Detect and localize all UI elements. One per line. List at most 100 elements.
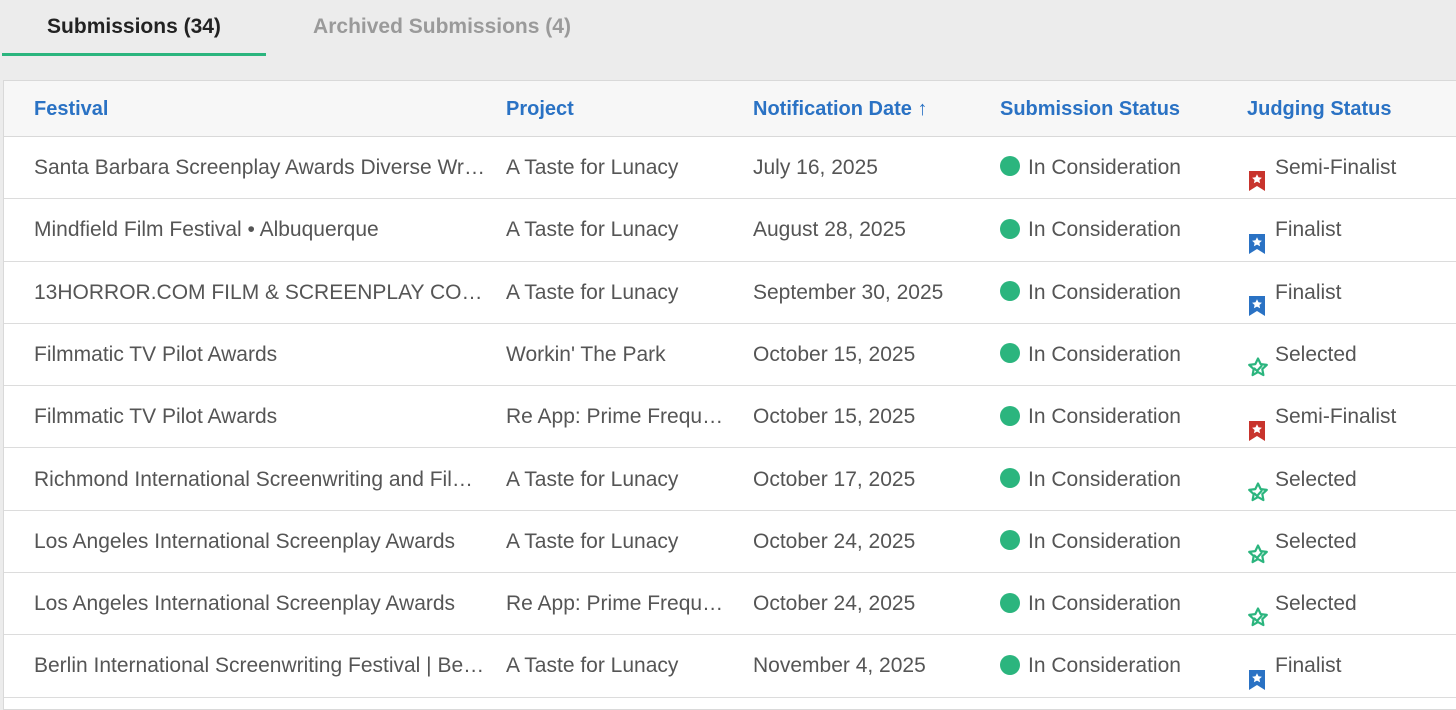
judging-status-label: Finalist bbox=[1275, 218, 1342, 242]
judging-status-label: Selected bbox=[1275, 592, 1357, 616]
submission-status-cell: In Consideration bbox=[1000, 199, 1230, 261]
notification-date-cell: August 28, 2025 bbox=[753, 218, 906, 242]
table-row[interactable]: Berlin International Screenwriting Festi… bbox=[4, 635, 1456, 698]
column-header-submission-status[interactable]: Submission Status bbox=[1000, 81, 1230, 137]
submissions-table: Festival Project Notification Date ↑ Sub… bbox=[3, 80, 1456, 710]
notification-date-cell: October 15, 2025 bbox=[753, 405, 916, 429]
festival-cell[interactable]: 13HORROR.COM FILM & SCREENPLAY CONTEST bbox=[34, 262, 486, 324]
table-row[interactable]: Mindfield Film Festival • Albuquerque A T… bbox=[4, 199, 1456, 262]
project-cell[interactable]: Re App: Prime Frequency bbox=[506, 386, 732, 448]
judging-status-cell: Selected bbox=[1247, 573, 1456, 635]
star-check-green-icon bbox=[1247, 467, 1268, 502]
judging-status-cell: Semi-Finalist bbox=[1247, 386, 1456, 448]
judging-status-cell: Selected bbox=[1247, 324, 1456, 386]
status-dot-icon bbox=[1000, 530, 1020, 551]
ribbon-star-red-icon bbox=[1247, 405, 1267, 441]
notification-date-cell: September 30, 2025 bbox=[753, 280, 944, 304]
ribbon-star-red-icon bbox=[1247, 155, 1267, 192]
festival-cell[interactable]: Los Angeles International Screenplay Awa… bbox=[34, 573, 486, 635]
submission-status-label: In Consideration bbox=[1028, 654, 1181, 678]
festival-cell[interactable]: Mindfield Film Festival • Albuquerque bbox=[34, 199, 486, 261]
judging-status-label: Semi-Finalist bbox=[1275, 156, 1397, 179]
project-cell[interactable]: A Taste for Lunacy bbox=[506, 511, 732, 573]
judging-status-label: Finalist bbox=[1275, 280, 1342, 304]
ribbon-star-blue-icon bbox=[1247, 654, 1267, 690]
project-cell[interactable]: A Taste for Lunacy bbox=[506, 449, 732, 511]
table-row[interactable]: 13HORROR.COM FILM & SCREENPLAY CONTEST A … bbox=[4, 262, 1456, 324]
submission-status-label: In Consideration bbox=[1028, 156, 1181, 179]
column-header-notification-date[interactable]: Notification Date ↑ bbox=[753, 81, 973, 137]
ribbon-star-blue-icon bbox=[1247, 218, 1267, 254]
judging-status-label: Selected bbox=[1275, 342, 1357, 366]
judging-status-label: Selected bbox=[1275, 529, 1357, 553]
project-cell[interactable]: A Taste for Lunacy bbox=[506, 137, 732, 199]
table-row[interactable]: Los Angeles International Screenplay Awa… bbox=[4, 573, 1456, 636]
festival-cell[interactable]: Filmmatic TV Pilot Awards bbox=[34, 386, 486, 448]
project-cell[interactable]: Workin' The Park bbox=[506, 324, 732, 386]
judging-status-cell: Finalist bbox=[1247, 635, 1456, 697]
submissions-tabs: Submissions (34) Archived Submissions (4… bbox=[0, 0, 1456, 58]
submission-status-cell: In Consideration bbox=[1000, 635, 1230, 697]
submission-status-label: In Consideration bbox=[1028, 218, 1181, 242]
submission-status-cell: In Consideration bbox=[1000, 511, 1230, 573]
status-dot-icon bbox=[1000, 654, 1020, 675]
status-dot-icon bbox=[1000, 592, 1020, 613]
festival-cell[interactable]: Los Angeles International Screenplay Awa… bbox=[34, 511, 486, 573]
column-header-judging-status[interactable]: Judging Status bbox=[1247, 81, 1456, 137]
tab-archived-submissions[interactable]: Archived Submissions (4) bbox=[278, 0, 606, 56]
judging-status-cell: Selected bbox=[1247, 511, 1456, 573]
table-header: Festival Project Notification Date ↑ Sub… bbox=[4, 81, 1456, 137]
submission-status-cell: In Consideration bbox=[1000, 449, 1230, 511]
star-check-green-icon bbox=[1247, 529, 1268, 564]
festival-cell[interactable]: Berlin International Screenwriting Festi… bbox=[34, 635, 486, 697]
status-dot-icon bbox=[1000, 281, 1020, 302]
submission-status-cell: In Consideration bbox=[1000, 573, 1230, 635]
project-cell[interactable]: A Taste for Lunacy bbox=[506, 199, 732, 261]
submission-status-cell: In Consideration bbox=[1000, 324, 1230, 386]
star-check-green-icon bbox=[1247, 342, 1268, 377]
table-row[interactable]: Richmond International Screenwriting and… bbox=[4, 449, 1456, 511]
ribbon-star-blue-icon bbox=[1247, 280, 1267, 317]
judging-status-label: Selected bbox=[1275, 467, 1357, 491]
judging-status-label: Finalist bbox=[1275, 654, 1342, 678]
notification-date-cell: October 24, 2025 bbox=[753, 592, 916, 616]
notification-date-cell: October 17, 2025 bbox=[753, 467, 916, 491]
judging-status-label: Semi-Finalist bbox=[1275, 405, 1397, 429]
status-dot-icon bbox=[1000, 467, 1020, 488]
submission-status-label: In Consideration bbox=[1028, 342, 1181, 366]
judging-status-cell: Semi-Finalist bbox=[1247, 137, 1456, 199]
submission-status-cell: In Consideration bbox=[1000, 386, 1230, 448]
judging-status-cell: Finalist bbox=[1247, 262, 1456, 324]
submission-status-label: In Consideration bbox=[1028, 405, 1181, 429]
notification-date-cell: November 4, 2025 bbox=[753, 654, 926, 678]
project-cell[interactable]: A Taste for Lunacy bbox=[506, 635, 732, 697]
table-row[interactable]: Filmmatic TV Pilot Awards Workin' The Par… bbox=[4, 324, 1456, 387]
judging-status-cell: Selected bbox=[1247, 449, 1456, 511]
festival-cell[interactable]: Richmond International Screenwriting and… bbox=[34, 449, 486, 511]
status-dot-icon bbox=[1000, 156, 1020, 177]
festival-cell[interactable]: Santa Barbara Screenplay Awards Diverse … bbox=[34, 137, 486, 199]
judging-status-cell: Finalist bbox=[1247, 199, 1456, 261]
status-dot-icon bbox=[1000, 343, 1020, 364]
project-cell[interactable]: A Taste for Lunacy bbox=[506, 262, 732, 324]
star-check-green-icon bbox=[1247, 592, 1268, 626]
table-row[interactable]: Santa Barbara Screenplay Awards Diverse … bbox=[4, 137, 1456, 200]
tab-submissions[interactable]: Submissions (34) bbox=[2, 0, 266, 56]
submission-status-label: In Consideration bbox=[1028, 592, 1181, 616]
table-row[interactable]: Los Angeles International Screenplay Awa… bbox=[4, 511, 1456, 574]
status-dot-icon bbox=[1000, 218, 1020, 239]
submission-status-cell: In Consideration bbox=[1000, 137, 1230, 199]
festival-cell[interactable]: Filmmatic TV Pilot Awards bbox=[34, 324, 486, 386]
submission-status-label: In Consideration bbox=[1028, 280, 1181, 304]
column-header-project[interactable]: Project bbox=[506, 81, 732, 137]
column-header-festival[interactable]: Festival bbox=[34, 81, 486, 137]
project-cell[interactable]: Re App: Prime Frequency bbox=[506, 573, 732, 635]
notification-date-cell: October 15, 2025 bbox=[753, 342, 916, 366]
submission-status-cell: In Consideration bbox=[1000, 262, 1230, 324]
table-row[interactable]: Filmmatic TV Pilot Awards Re App: Prime F… bbox=[4, 386, 1456, 449]
notification-date-cell: July 16, 2025 bbox=[753, 156, 878, 179]
notification-date-cell: October 24, 2025 bbox=[753, 529, 916, 553]
submission-status-label: In Consideration bbox=[1028, 529, 1181, 553]
submission-status-label: In Consideration bbox=[1028, 467, 1181, 491]
status-dot-icon bbox=[1000, 405, 1020, 426]
